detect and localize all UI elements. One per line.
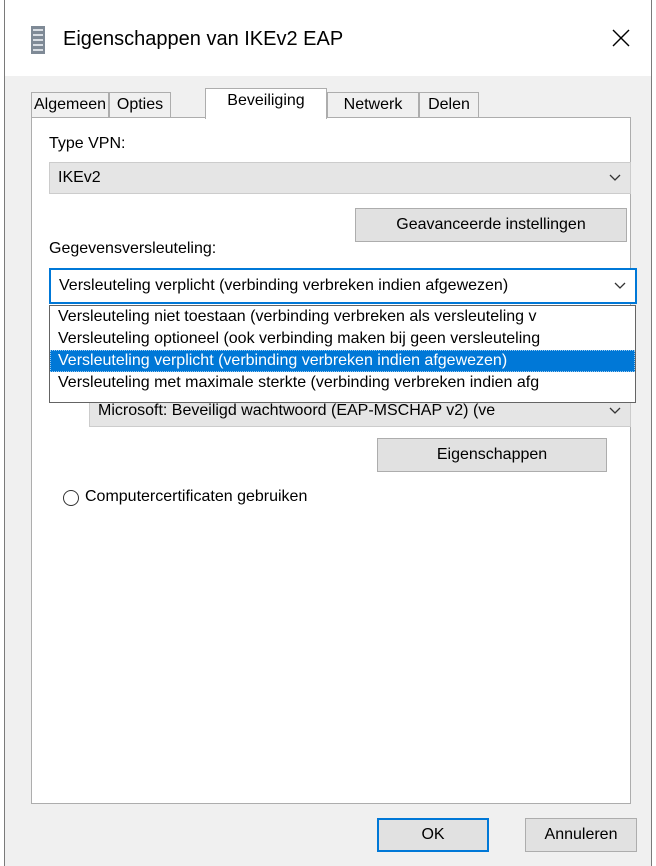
encryption-label: Gegevensversleuteling: — [49, 240, 217, 257]
encryption-option-not-allowed[interactable]: Versleuteling niet toestaan (verbinding … — [50, 306, 635, 328]
network-connection-icon — [31, 26, 45, 54]
tab-sharing[interactable]: Delen — [419, 92, 479, 118]
properties-button[interactable]: Eigenschappen — [377, 438, 607, 472]
chevron-down-icon — [608, 163, 622, 193]
advanced-settings-button[interactable]: Geavanceerde instellingen — [355, 208, 627, 242]
encryption-option-optional[interactable]: Versleuteling optioneel (ook verbinding … — [50, 328, 635, 350]
vpn-type-select[interactable]: IKEv2 — [49, 162, 631, 194]
eap-method-value: Microsoft: Beveiligd wachtwoord (EAP-MSC… — [98, 402, 496, 419]
encryption-dropdown-list: Versleuteling niet toestaan (verbinding … — [49, 305, 636, 403]
tab-security[interactable]: Beveiliging — [205, 88, 327, 119]
chevron-down-icon — [609, 270, 631, 302]
close-icon — [612, 29, 630, 47]
encryption-select[interactable]: Versleuteling verplicht (verbinding verb… — [49, 268, 637, 304]
tab-network[interactable]: Netwerk — [327, 92, 419, 118]
computer-certificates-radio[interactable] — [63, 490, 79, 506]
cancel-button[interactable]: Annuleren — [525, 818, 637, 852]
vpn-type-value: IKEv2 — [58, 169, 101, 186]
encryption-value: Versleuteling verplicht (verbinding verb… — [59, 277, 509, 294]
encryption-option-required[interactable]: Versleuteling verplicht (verbinding verb… — [50, 350, 635, 372]
computer-certificates-label: Computercertificaten gebruiken — [85, 488, 308, 505]
vpn-type-label: Type VPN: — [49, 135, 126, 152]
close-button[interactable] — [591, 0, 651, 76]
tab-general[interactable]: Algemeen — [31, 92, 109, 118]
tab-options[interactable]: Opties — [109, 92, 171, 118]
dialog-window: Eigenschappen van IKEv2 EAP Algemeen Opt… — [4, 0, 652, 866]
encryption-option-maximum[interactable]: Versleuteling met maximale sterkte (verb… — [50, 372, 635, 394]
window-title: Eigenschappen van IKEv2 EAP — [63, 28, 344, 50]
title-bar: Eigenschappen van IKEv2 EAP — [5, 0, 651, 76]
ok-button[interactable]: OK — [377, 818, 489, 852]
